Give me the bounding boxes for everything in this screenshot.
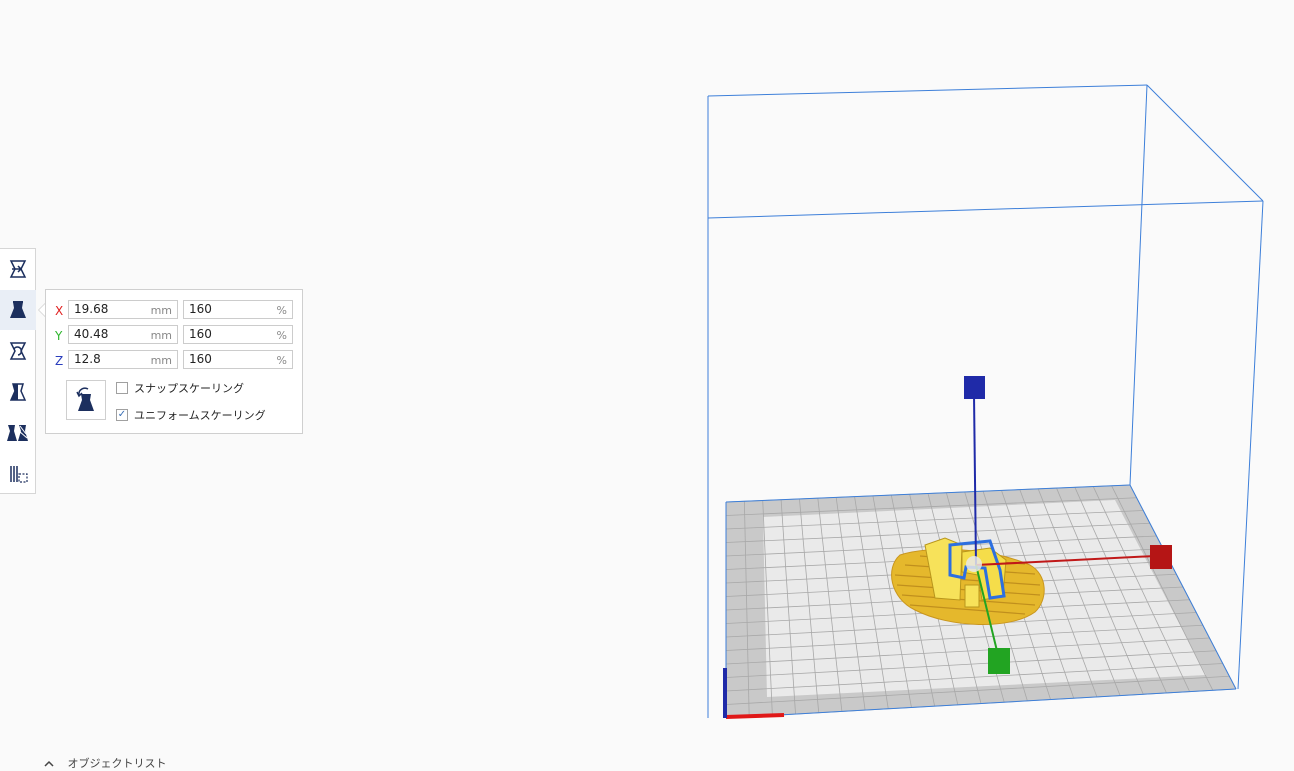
size-z-unit: mm — [150, 354, 172, 367]
rotate-tool-button[interactable] — [0, 331, 36, 371]
percent-y-value: 160 — [189, 327, 212, 341]
gizmo-center[interactable] — [966, 556, 982, 572]
percent-x-field[interactable]: 160 % — [183, 300, 293, 319]
gizmo-y-handle[interactable] — [988, 648, 1010, 674]
mirror-icon — [9, 383, 27, 401]
size-y-value: 40.48 — [74, 327, 109, 341]
size-x-field[interactable]: 19.68 mm — [68, 300, 178, 319]
percent-z-unit: % — [276, 354, 287, 367]
support-blocker-tool-button[interactable] — [0, 454, 36, 494]
origin-x-axis — [725, 713, 785, 719]
size-y-unit: mm — [150, 329, 172, 342]
scale-row-z: Z 12.8 mm 160 % — [46, 350, 304, 370]
object-list-label: オブジェクトリスト — [67, 757, 167, 770]
gizmo-z-handle[interactable] — [964, 376, 985, 399]
uniform-scaling-checkbox[interactable]: ✓ — [116, 409, 128, 421]
per-model-settings-icon — [7, 425, 28, 441]
move-icon — [9, 260, 27, 278]
axis-label-y: Y — [55, 329, 63, 343]
per-model-settings-tool-button[interactable] — [0, 413, 36, 453]
reset-scale-button[interactable] — [66, 380, 106, 420]
percent-y-unit: % — [276, 329, 287, 342]
tool-toolbar — [0, 248, 36, 494]
chevron-up-icon — [44, 757, 54, 770]
gizmo-x-handle[interactable] — [1150, 545, 1172, 569]
scale-row-y: Y 40.48 mm 160 % — [46, 325, 304, 345]
axis-label-x: X — [55, 304, 64, 318]
size-z-value: 12.8 — [74, 352, 101, 366]
size-z-field[interactable]: 12.8 mm — [68, 350, 178, 369]
scale-icon — [10, 301, 26, 318]
size-x-value: 19.68 — [74, 302, 109, 316]
percent-z-value: 160 — [189, 352, 212, 366]
mirror-tool-button[interactable] — [0, 372, 36, 412]
percent-z-field[interactable]: 160 % — [183, 350, 293, 369]
scale-panel: X 19.68 mm 160 % Y 40.48 mm 160 % Z 12.8… — [45, 289, 303, 434]
rotate-icon — [9, 342, 27, 360]
axis-label-z: Z — [55, 354, 64, 368]
size-x-unit: mm — [150, 304, 172, 317]
reset-scale-icon — [76, 387, 94, 411]
percent-x-unit: % — [276, 304, 287, 317]
uniform-scaling-label: ユニフォームスケーリング — [134, 409, 266, 422]
scale-tool-button[interactable] — [0, 290, 36, 330]
size-y-field[interactable]: 40.48 mm — [68, 325, 178, 344]
percent-y-field[interactable]: 160 % — [183, 325, 293, 344]
support-blocker-icon — [10, 466, 28, 483]
snap-scaling-checkbox[interactable] — [116, 382, 128, 394]
snap-scaling-label: スナップスケーリング — [134, 382, 244, 395]
scale-row-x: X 19.68 mm 160 % — [46, 300, 304, 320]
move-tool-button[interactable] — [0, 249, 36, 289]
percent-x-value: 160 — [189, 302, 212, 316]
object-list-toggle[interactable]: オブジェクトリスト — [44, 755, 167, 771]
